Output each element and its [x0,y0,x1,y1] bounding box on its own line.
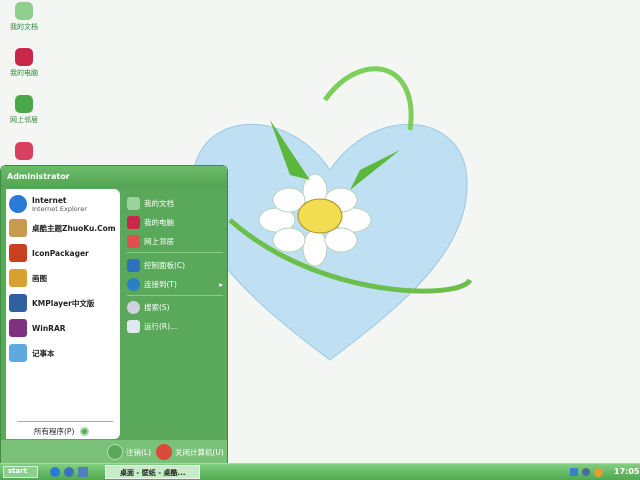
sync-tray-icon[interactable] [582,468,590,476]
logoff-button[interactable]: 注销(L) [107,443,151,461]
menu-item-connect-to[interactable]: 连接到(T) ▸ [127,276,223,292]
connect-icon [127,277,140,291]
my-computer-icon [127,215,140,229]
media-quicklaunch-icon[interactable] [64,467,74,477]
divider [17,421,113,422]
paint-icon [9,269,27,287]
submenu-arrow-icon: ▸ [219,279,223,289]
start-menu-footer: 注销(L) 关闭计算机(U) [1,440,227,464]
start-menu: Administrator Internet Internet Explorer … [0,165,228,464]
control-panel-icon [127,258,140,272]
all-programs-button[interactable]: 所有程序(P) [34,426,90,437]
divider [127,252,223,253]
start-menu-user: Administrator [1,166,227,188]
my-documents-icon [127,196,140,210]
menu-item-my-computer[interactable]: 我的电脑 [127,214,223,230]
pinned-programs: Internet Internet Explorer 桌酷主题ZhuoKu.Com… [6,189,120,439]
menu-item-winrar[interactable]: WinRAR [9,317,66,339]
menu-item-network[interactable]: 网上邻居 [127,233,223,249]
network-icon [15,95,33,113]
start-button[interactable]: start [3,466,38,478]
zhuoku-icon [9,219,27,237]
menu-item-my-documents[interactable]: 我的文档 [127,195,223,211]
divider [127,295,223,296]
clock: 17:05 [614,467,640,476]
places-panel: 我的文档 我的电脑 网上邻居 控制面板(C) 连接到(T) ▸ 搜索(S) 运行(… [123,189,227,439]
notepad-icon [9,344,27,362]
menu-item-paint[interactable]: 画图 [9,267,47,289]
computer-icon [15,48,33,66]
desktop-icon-my-documents[interactable]: 我的文档 [4,2,44,32]
desktop-icon-my-computer[interactable]: 我的电脑 [4,48,44,78]
logoff-icon [107,444,123,460]
shutdown-button[interactable]: 关闭计算机(U) [156,443,224,461]
kmplayer-icon [9,294,27,312]
folder-icon [15,2,33,20]
desktop-quicklaunch-icon[interactable] [78,467,88,477]
menu-item-internet[interactable]: Internet Internet Explorer [9,193,87,215]
network-icon [127,234,140,248]
network-tray-icon[interactable] [570,468,578,476]
menu-item-zhuoku[interactable]: 桌酷主题ZhuoKu.Com [9,217,116,239]
winrar-icon [9,319,27,337]
iconpackager-icon [9,244,27,262]
recycle-bin-icon [15,142,33,160]
menu-item-control-panel[interactable]: 控制面板(C) [127,257,223,273]
desktop-icon-network[interactable]: 网上邻居 [4,95,44,125]
menu-item-kmplayer[interactable]: KMPlayer中文版 [9,292,94,314]
menu-item-notepad[interactable]: 记事本 [9,342,55,364]
search-icon [127,300,140,314]
ie-quicklaunch-icon[interactable] [50,467,60,477]
power-icon [156,444,172,460]
desktop-icon-recycle-bin[interactable] [4,142,44,162]
user-tray-icon[interactable] [594,468,603,477]
run-icon [127,319,140,333]
menu-item-run[interactable]: 运行(R)... [127,318,223,334]
menu-item-search[interactable]: 搜索(S) [127,299,223,315]
arrow-right-icon [80,427,90,436]
taskbar-button[interactable]: 桌面 - 壁纸 - 桌酷... [105,465,200,479]
menu-item-iconpackager[interactable]: IconPackager [9,242,89,264]
ie-icon [9,195,27,213]
taskbar: start 桌面 - 壁纸 - 桌酷... 17:05 [0,463,640,480]
